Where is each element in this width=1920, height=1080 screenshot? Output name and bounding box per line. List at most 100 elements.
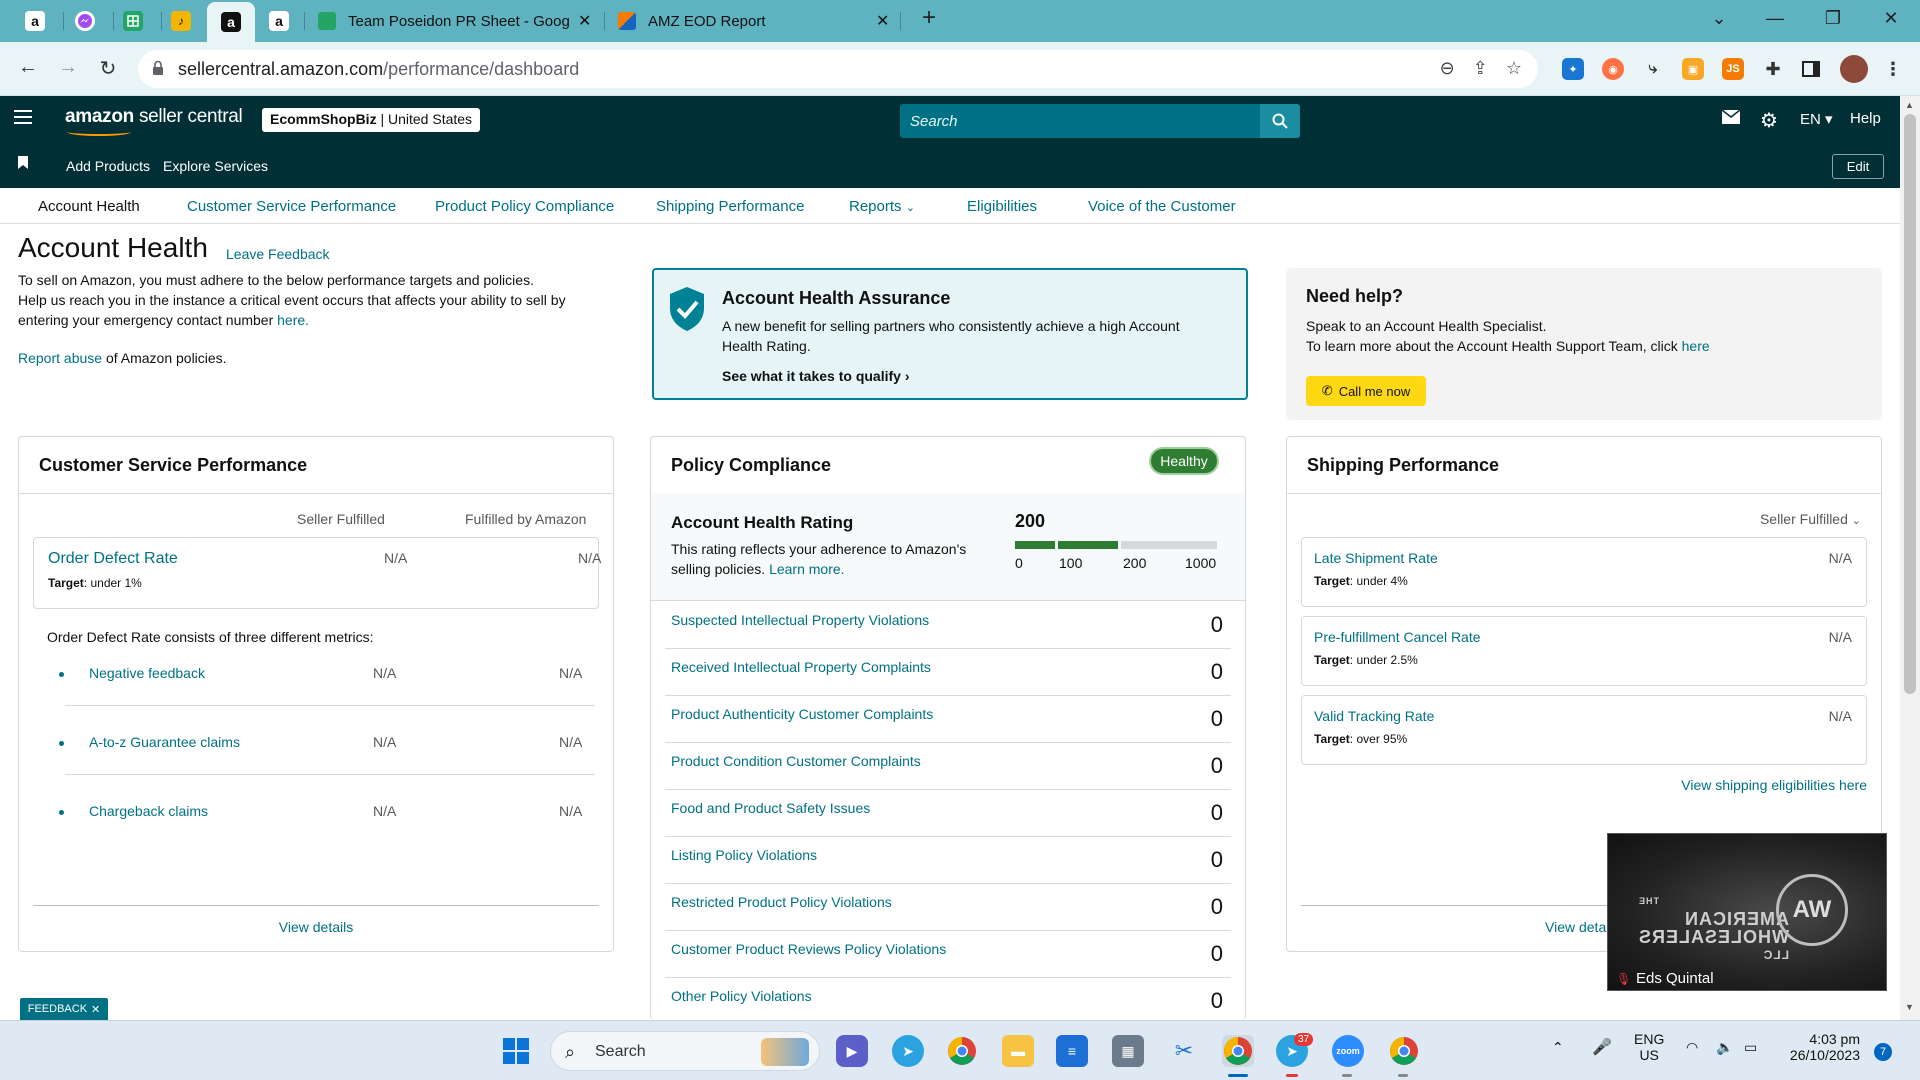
language-selector[interactable]: EN ▾ (1800, 110, 1833, 128)
late-shipment-rate-link[interactable]: Late Shipment Rate (1314, 550, 1438, 566)
call-me-now-button[interactable]: ✆ Call me now (1306, 376, 1426, 406)
clock[interactable]: 4:03 pm 26/10/2023 (1780, 1031, 1860, 1063)
puzzle-extensions-icon[interactable]: ✚ (1762, 58, 1784, 80)
telegram-icon[interactable]: ➤ (892, 1035, 924, 1067)
profile-avatar[interactable] (1840, 55, 1868, 83)
back-icon[interactable]: ← (14, 56, 42, 79)
scroll-up-icon[interactable]: ▲ (1905, 100, 1914, 110)
tab-voice-of-customer[interactable]: Voice of the Customer (1088, 198, 1236, 215)
zoom-icon[interactable]: ⊖ (1440, 58, 1455, 79)
tab-customer-service-performance[interactable]: Customer Service Performance (187, 198, 396, 215)
add-products-link[interactable]: Add Products (66, 158, 150, 174)
menu-icon[interactable] (14, 110, 32, 124)
explore-services-link[interactable]: Explore Services (163, 158, 268, 174)
notepad-icon[interactable]: ≡ (1056, 1035, 1088, 1067)
reload-icon[interactable]: ↻ (94, 56, 122, 81)
listing-policy-link[interactable]: Listing Policy Violations (671, 847, 817, 863)
browser-menu-icon[interactable]: ⋮ (1882, 58, 1904, 80)
taskbar-search[interactable]: ⌕ Search (550, 1031, 820, 1071)
learn-more-link[interactable]: Learn more. (769, 561, 844, 577)
bookmark-star-icon[interactable]: ☆ (1506, 58, 1522, 79)
emergency-contact-link[interactable]: here. (277, 312, 309, 328)
tab-amazon-1[interactable]: a (16, 7, 54, 35)
reviews-policy-link[interactable]: Customer Product Reviews Policy Violatio… (671, 941, 946, 957)
tab-reports[interactable]: Reports ⌄ (849, 198, 915, 215)
seller-central-logo[interactable]: amazon seller central (65, 106, 243, 136)
new-tab-icon[interactable]: + (914, 4, 944, 32)
side-panel-icon[interactable] (1800, 58, 1822, 80)
tab-account-health[interactable]: Account Health (38, 198, 140, 215)
zoom-icon[interactable]: zoom (1332, 1035, 1364, 1067)
shipping-eligibilities-link[interactable]: View shipping eligibilities here (1681, 777, 1867, 793)
tab-shipping-performance[interactable]: Shipping Performance (656, 198, 804, 215)
extension-icon[interactable]: ▣ (1682, 58, 1704, 80)
tab-close-icon[interactable]: ✕ (876, 11, 889, 31)
bookmark-icon[interactable] (18, 156, 28, 172)
negative-feedback-link[interactable]: Negative feedback (89, 665, 205, 681)
js-extension-icon[interactable]: JS (1722, 58, 1744, 80)
support-team-link[interactable]: here (1682, 338, 1710, 354)
battery-icon[interactable]: ▭ (1744, 1039, 1757, 1056)
fulfillment-selector[interactable]: Seller Fulfilled ⌄ (1760, 511, 1861, 527)
page-scrollbar[interactable]: ▲ ▼ (1900, 96, 1920, 1020)
leave-feedback-link[interactable]: Leave Feedback (226, 246, 330, 262)
view-details-link[interactable]: View deta (1545, 919, 1606, 935)
other-policy-link[interactable]: Other Policy Violations (671, 988, 812, 1004)
notification-count-badge[interactable]: 7 (1874, 1043, 1892, 1061)
tab-messenger[interactable] (66, 7, 104, 35)
help-link[interactable]: Help (1850, 110, 1881, 127)
tab-amz-eod[interactable]: AMZ EOD Report ✕ (618, 6, 898, 36)
view-details-link[interactable]: View details (19, 919, 613, 935)
tab-eligibilities[interactable]: Eligibilities (967, 198, 1037, 215)
close-icon[interactable]: ✕ (91, 1003, 100, 1016)
cancel-rate-link[interactable]: Pre-fulfillment Cancel Rate (1314, 629, 1481, 645)
video-call-overlay[interactable]: THE AMERICAN WHOLESALERS LLC AW 🎙 Eds Qu… (1607, 833, 1887, 991)
scrollbar-thumb[interactable] (1904, 114, 1916, 694)
extension-icon[interactable]: ✦ (1562, 58, 1584, 80)
address-bar[interactable]: sellercentral.amazon.com/performance/das… (138, 50, 1538, 88)
snipping-tool-icon[interactable]: ✂ (1168, 1035, 1200, 1067)
a-to-z-claims-link[interactable]: A-to-z Guarantee claims (89, 734, 240, 750)
settings-gear-icon[interactable]: ⚙ (1760, 108, 1778, 133)
mail-icon[interactable] (1721, 109, 1741, 128)
extension-icon[interactable]: ◉ (1602, 58, 1624, 80)
share-icon[interactable]: ⇪ (1473, 58, 1488, 79)
tab-amazon-3[interactable]: a (260, 7, 298, 35)
volume-icon[interactable]: 🔈 (1716, 1039, 1733, 1056)
authenticity-complaints-link[interactable]: Product Authenticity Customer Complaints (671, 706, 933, 722)
tab-amazon-active[interactable]: a (207, 2, 255, 42)
condition-complaints-link[interactable]: Product Condition Customer Complaints (671, 753, 921, 769)
microphone-icon[interactable]: 🎤 (1592, 1037, 1612, 1057)
minimize-icon[interactable]: — (1760, 8, 1790, 29)
store-selector[interactable]: EcommShopBiz | United States (262, 108, 481, 132)
valid-tracking-rate-link[interactable]: Valid Tracking Rate (1314, 708, 1434, 724)
extension-icon[interactable]: ⤷ (1642, 58, 1664, 80)
close-window-icon[interactable]: ✕ (1876, 8, 1906, 29)
qualify-link[interactable]: See what it takes to qualify › (722, 368, 910, 384)
restore-icon[interactable]: ❐ (1818, 8, 1848, 29)
report-abuse-link[interactable]: Report abuse (18, 350, 102, 366)
scroll-down-icon[interactable]: ▼ (1905, 1002, 1914, 1012)
tab-sheets[interactable] (114, 7, 152, 35)
ip-violations-link[interactable]: Suspected Intellectual Property Violatio… (671, 612, 929, 628)
tab-search-chevron-icon[interactable]: ⌄ (1704, 8, 1734, 29)
food-safety-link[interactable]: Food and Product Safety Issues (671, 800, 870, 816)
search-input[interactable] (900, 104, 1260, 138)
tab-close-icon[interactable]: ✕ (578, 11, 591, 31)
chrome-icon[interactable] (946, 1035, 978, 1067)
file-explorer-icon[interactable]: ▬ (1002, 1035, 1034, 1067)
calculator-icon[interactable]: ▦ (1112, 1035, 1144, 1067)
ip-complaints-link[interactable]: Received Intellectual Property Complaint… (671, 659, 931, 675)
tab-team-poseidon[interactable]: Team Poseidon PR Sheet - Goog ✕ (318, 6, 598, 36)
search-button[interactable] (1260, 104, 1300, 138)
tray-chevron-icon[interactable]: ⌃ (1552, 1039, 1564, 1056)
forward-icon[interactable]: → (54, 56, 82, 79)
feedback-tab[interactable]: FEEDBACK ✕ (20, 998, 108, 1020)
edit-button[interactable]: Edit (1832, 154, 1884, 179)
chargeback-claims-link[interactable]: Chargeback claims (89, 803, 208, 819)
order-defect-rate-link[interactable]: Order Defect Rate (48, 550, 178, 568)
tab-extension[interactable]: ♪ (162, 7, 200, 35)
language-indicator[interactable]: ENG US (1634, 1031, 1664, 1063)
chrome-profile-icon[interactable] (1222, 1035, 1254, 1067)
chrome-icon[interactable] (1388, 1035, 1420, 1067)
